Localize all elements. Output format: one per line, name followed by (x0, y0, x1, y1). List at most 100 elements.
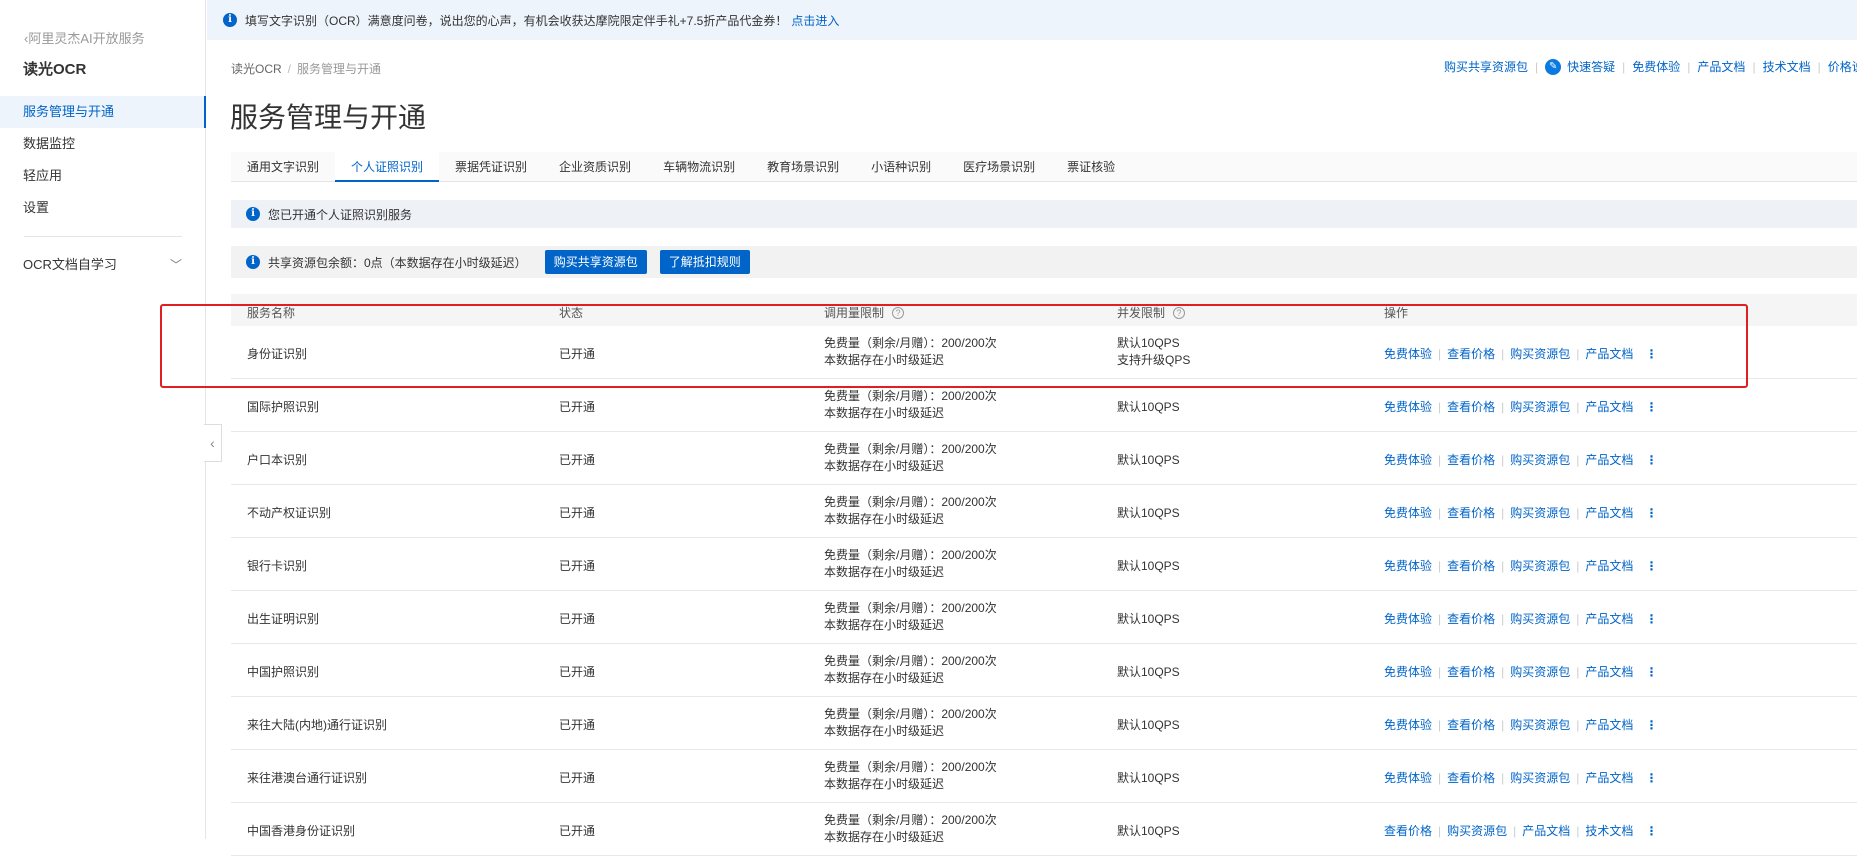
op-link[interactable]: 查看价格 (1447, 345, 1495, 362)
op-link[interactable]: 免费体验 (1384, 769, 1432, 786)
more-icon[interactable]: ⋮ (1645, 665, 1657, 679)
tab-personal-id[interactable]: 个人证照识别 (335, 152, 440, 182)
op-link[interactable]: 查看价格 (1447, 451, 1495, 468)
row-actions: 查看价格 | 购买资源包 | 产品文档 | 技术文档 ⋮ (1384, 822, 1658, 839)
quota-limit: 免费量（剩余/月赠）：200/200次 本数据存在小时级延迟 (824, 760, 997, 791)
op-link[interactable]: 查看价格 (1447, 504, 1495, 521)
more-icon[interactable]: ⋮ (1645, 400, 1657, 414)
help-icon[interactable]: ? (1173, 307, 1186, 319)
quota-limit: 免费量（剩余/月赠）：200/200次 本数据存在小时级延迟 (824, 442, 997, 473)
op-link[interactable]: 产品文档 (1522, 822, 1570, 839)
more-icon[interactable]: ⋮ (1645, 453, 1657, 467)
op-link[interactable]: 免费体验 (1384, 663, 1432, 680)
product-title: 读光OCR (23, 61, 87, 78)
help-icon[interactable]: ? (892, 307, 905, 319)
row-actions: 免费体验 | 查看价格 | 购买资源包 | 产品文档 ⋮ (1384, 451, 1658, 468)
op-link[interactable]: 免费体验 (1384, 716, 1432, 733)
op-link[interactable]: 免费体验 (1384, 610, 1432, 627)
quick-qa-link[interactable]: 快速答疑 (1567, 58, 1615, 75)
op-link[interactable]: 购买资源包 (1510, 504, 1570, 521)
op-link[interactable]: 产品文档 (1585, 557, 1633, 574)
concurrency-limit: 默认10QPS (1117, 506, 1180, 520)
op-link[interactable]: 购买资源包 (1510, 663, 1570, 680)
tab-medical[interactable]: 医疗场景识别 (947, 152, 1051, 182)
op-link[interactable]: 免费体验 (1384, 451, 1432, 468)
tab-minor-language[interactable]: 小语种识别 (855, 152, 947, 182)
concurrency-limit: 默认10QPS (1117, 771, 1180, 785)
row-actions: 免费体验 | 查看价格 | 购买资源包 | 产品文档 ⋮ (1384, 557, 1658, 574)
tech-docs-link[interactable]: 技术文档 (1763, 58, 1811, 75)
op-link[interactable]: 购买资源包 (1510, 557, 1570, 574)
row-actions: 免费体验 | 查看价格 | 购买资源包 | 产品文档 ⋮ (1384, 610, 1658, 627)
buy-shared-pack-button[interactable]: 购买共享资源包 (544, 250, 647, 274)
pricing-link[interactable]: 价格说 (1828, 58, 1857, 75)
op-link[interactable]: 购买资源包 (1510, 610, 1570, 627)
free-trial-link[interactable]: 免费体验 (1632, 58, 1680, 75)
sidebar-item-service-management[interactable]: 服务管理与开通 (0, 96, 206, 128)
sidebar-group-ocr-self-learning[interactable]: OCR文档自学习 ﹀ (0, 249, 206, 281)
sidebar-item-data-monitor[interactable]: 数据监控 (0, 128, 206, 160)
op-link[interactable]: 产品文档 (1585, 610, 1633, 627)
op-link[interactable]: 技术文档 (1585, 822, 1633, 839)
op-link[interactable]: 查看价格 (1447, 663, 1495, 680)
op-link[interactable]: 查看价格 (1447, 769, 1495, 786)
tab-verification[interactable]: 票证核验 (1051, 152, 1131, 182)
sidebar-item-light-app[interactable]: 轻应用 (0, 160, 206, 192)
op-link[interactable]: 产品文档 (1585, 451, 1633, 468)
tab-bills[interactable]: 票据凭证识别 (439, 152, 543, 182)
op-link[interactable]: 购买资源包 (1447, 822, 1507, 839)
op-link[interactable]: 查看价格 (1384, 822, 1432, 839)
more-icon[interactable]: ⋮ (1645, 559, 1657, 573)
op-link[interactable]: 购买资源包 (1510, 398, 1570, 415)
breadcrumb-item-ocr[interactable]: 读光OCR (231, 62, 282, 76)
service-name: 中国香港身份证识别 (247, 824, 356, 838)
tab-enterprise[interactable]: 企业资质识别 (543, 152, 647, 182)
more-icon[interactable]: ⋮ (1645, 612, 1657, 626)
service-notice: i 您已开通个人证照识别服务 (231, 200, 1857, 228)
buy-shared-pack-link[interactable]: 购买共享资源包 (1444, 58, 1528, 75)
more-icon[interactable]: ⋮ (1645, 506, 1657, 520)
op-link[interactable]: 产品文档 (1585, 663, 1633, 680)
op-link[interactable]: 产品文档 (1585, 716, 1633, 733)
chevron-down-icon: ﹀ (169, 258, 182, 272)
deduction-rules-button[interactable]: 了解抵扣规则 (659, 250, 750, 274)
quota-limit: 免费量（剩余/月赠）：200/200次 本数据存在小时级延迟 (824, 601, 997, 632)
quota-limit: 免费量（剩余/月赠）：200/200次 本数据存在小时级延迟 (824, 389, 997, 420)
op-link[interactable]: 产品文档 (1585, 398, 1633, 415)
concurrency-limit: 默认10QPS (1117, 559, 1180, 573)
service-table: 服务名称 状态 调用量限制? 并发限制? 操作 身份证识别 已开通 免费量（剩余/月… (231, 294, 1857, 856)
more-icon[interactable]: ⋮ (1645, 718, 1657, 732)
more-icon[interactable]: ⋮ (1645, 771, 1657, 785)
breadcrumb: 读光OCR / 服务管理与开通 (231, 60, 381, 77)
op-link[interactable]: 购买资源包 (1510, 451, 1570, 468)
op-link[interactable]: 查看价格 (1447, 398, 1495, 415)
back-link[interactable]: ‹阿里灵杰AI开放服务 (24, 28, 145, 47)
tab-vehicle[interactable]: 车辆物流识别 (647, 152, 751, 182)
op-link[interactable]: 免费体验 (1384, 398, 1432, 415)
op-link[interactable]: 免费体验 (1384, 345, 1432, 362)
op-link[interactable]: 查看价格 (1447, 716, 1495, 733)
op-link[interactable]: 产品文档 (1585, 769, 1633, 786)
more-icon[interactable]: ⋮ (1645, 824, 1657, 838)
more-icon[interactable]: ⋮ (1645, 347, 1657, 361)
status-text: 已开通 (559, 453, 596, 467)
sidebar-collapse-handle[interactable]: ‹ (204, 424, 222, 462)
op-link[interactable]: 购买资源包 (1510, 716, 1570, 733)
op-link[interactable]: 购买资源包 (1510, 769, 1570, 786)
product-docs-link[interactable]: 产品文档 (1697, 58, 1745, 75)
banner-link[interactable]: 点击进入 (791, 12, 839, 29)
op-link[interactable]: 查看价格 (1447, 557, 1495, 574)
op-link[interactable]: 免费体验 (1384, 504, 1432, 521)
tab-education[interactable]: 教育场景识别 (751, 152, 855, 182)
concurrency-limit: 默认10QPS (1117, 718, 1180, 732)
sidebar-group-label: OCR文档自学习 (23, 257, 117, 272)
tab-general-text[interactable]: 通用文字识别 (231, 152, 335, 182)
op-link[interactable]: 产品文档 (1585, 504, 1633, 521)
status-text: 已开通 (559, 771, 596, 785)
op-link[interactable]: 查看价格 (1447, 610, 1495, 627)
header-quota: 调用量限制? (824, 304, 905, 321)
sidebar-item-settings[interactable]: 设置 (0, 192, 206, 224)
op-link[interactable]: 产品文档 (1585, 345, 1633, 362)
op-link[interactable]: 购买资源包 (1510, 345, 1570, 362)
op-link[interactable]: 免费体验 (1384, 557, 1432, 574)
